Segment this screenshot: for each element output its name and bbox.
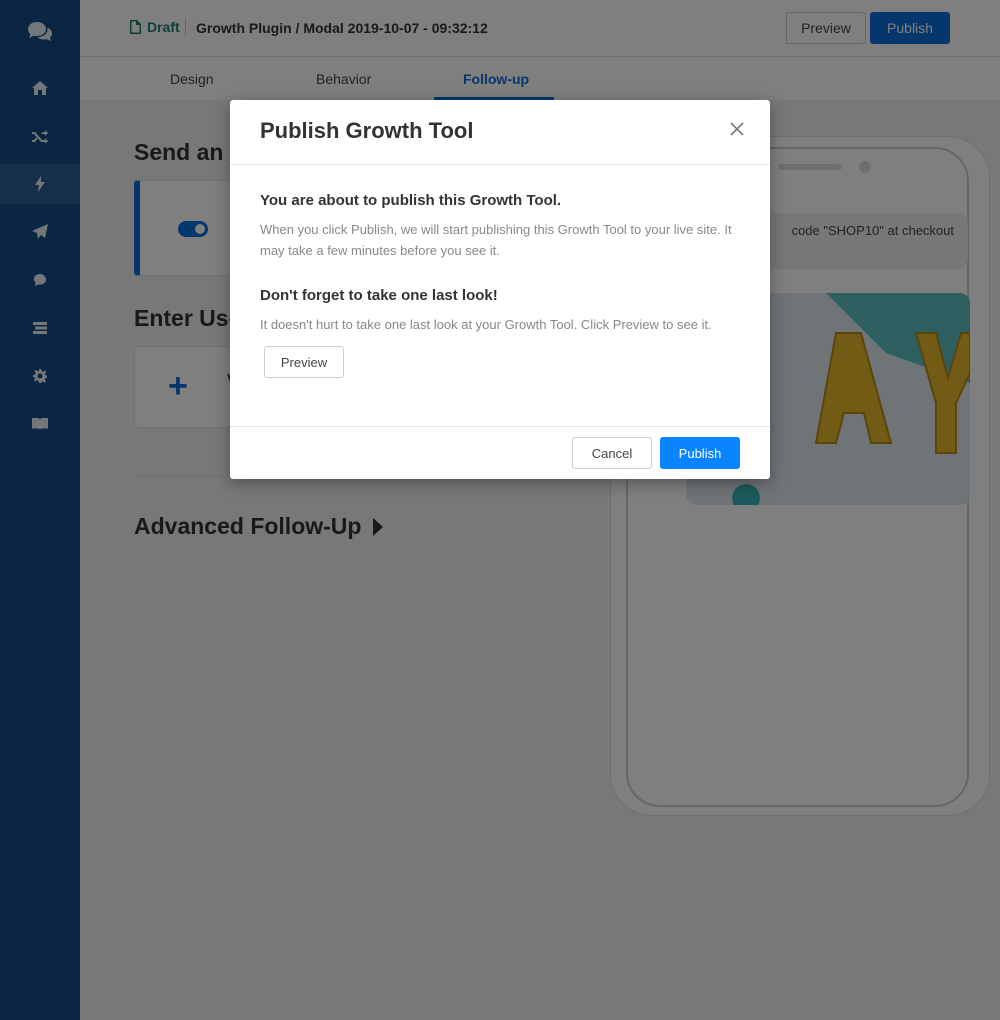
publish-modal: Publish Growth Tool You are about to pub… xyxy=(230,100,770,479)
cancel-button[interactable]: Cancel xyxy=(572,437,652,469)
modal-publish-button[interactable]: Publish xyxy=(660,437,740,469)
modal-preview-button[interactable]: Preview xyxy=(264,346,344,378)
last-look-heading: Don't forget to take one last look! xyxy=(260,287,498,304)
last-look-description: It doesn't hurt to take one last look at… xyxy=(260,317,712,332)
modal-body: You are about to publish this Growth Too… xyxy=(260,192,750,261)
publish-heading: You are about to publish this Growth Too… xyxy=(260,192,562,209)
last-look-section: Don't forget to take one last look! It d… xyxy=(260,287,750,335)
publish-description: When you click Publish, we will start pu… xyxy=(260,222,732,258)
modal-title: Publish Growth Tool xyxy=(260,118,474,143)
modal-footer-divider xyxy=(230,426,770,427)
close-icon[interactable] xyxy=(726,118,748,140)
modal-header: Publish Growth Tool xyxy=(230,100,770,165)
